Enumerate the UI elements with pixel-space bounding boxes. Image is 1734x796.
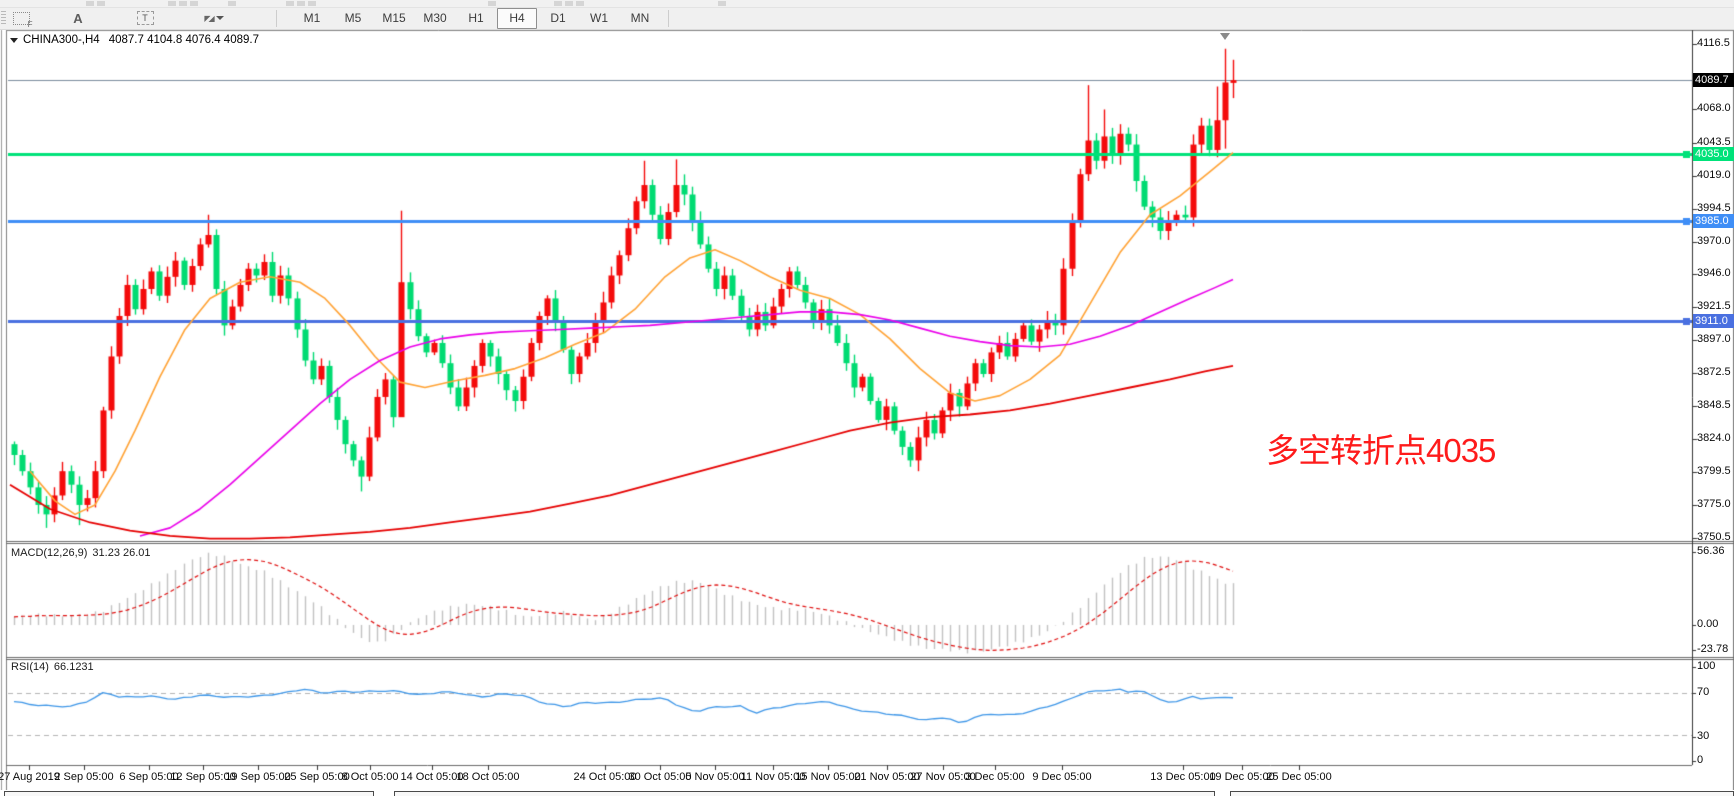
time-axis-label: 18 Oct 05:00 [457, 771, 520, 783]
clipped-icon [565, 1, 573, 6]
clipped-icon [168, 1, 176, 6]
timeframe-button-mn[interactable]: MN [620, 8, 660, 29]
clipped-icon [97, 1, 105, 6]
time-axis-label: 27 Aug 2019 [0, 771, 60, 783]
clipped-icon [179, 1, 187, 6]
timeframe-button-m30[interactable]: M30 [415, 8, 455, 29]
symbol-period-label: CHINA300-,H4 [23, 34, 100, 46]
price-axis-label: 3872.5 [1697, 366, 1731, 378]
chart-text-annotation[interactable]: 多空转折点4035 [1266, 424, 1495, 472]
title-dropdown-icon[interactable] [10, 38, 18, 43]
time-axis-label: 19 Sep 05:00 [225, 771, 290, 783]
time-axis-label: 5 Nov 05:00 [685, 771, 744, 783]
text-label-button[interactable]: A [66, 9, 90, 27]
background-window-edge [4, 791, 374, 796]
toolbar-separator [276, 10, 277, 27]
f-indicator-button[interactable]: F [8, 9, 34, 27]
time-axis-label: 25 Dec 05:00 [1266, 771, 1331, 783]
price-axis-label: 3750.5 [1697, 531, 1731, 543]
clipped-icon [86, 1, 94, 6]
macd-axis-label: -23.78 [1697, 643, 1728, 655]
price-chart-canvas[interactable] [0, 0, 1734, 796]
f-grid-icon: F [13, 12, 30, 25]
arrow-objects-button[interactable]: ◤◢ [193, 9, 235, 27]
time-axis-label: 13 Dec 05:00 [1150, 771, 1215, 783]
price-axis-label: 3848.5 [1697, 399, 1731, 411]
timeframe-button-m15[interactable]: M15 [374, 8, 414, 29]
background-window-edges [0, 790, 1734, 796]
text-box-button[interactable]: T [133, 9, 157, 27]
toolbar-separator [668, 10, 669, 27]
price-axis-label: 4116.5 [1697, 37, 1730, 49]
price-axis-label: 3921.5 [1697, 300, 1731, 312]
time-axis-label: 25 Sep 05:00 [284, 771, 349, 783]
time-axis-label: 14 Oct 05:00 [401, 771, 464, 783]
time-axis-label: 19 Dec 05:00 [1209, 771, 1274, 783]
clipped-icon [554, 1, 562, 6]
background-window-edge [394, 791, 1215, 796]
rsi-axis-label: 0 [1697, 754, 1703, 766]
letter-a-icon: A [73, 11, 82, 26]
time-axis-label: 30 Oct 05:00 [629, 771, 692, 783]
price-axis-label: 3970.0 [1697, 235, 1731, 247]
price-tag-4035[interactable]: 4035.0 [1693, 147, 1734, 161]
timeframe-button-w1[interactable]: W1 [579, 8, 619, 29]
timeframe-button-d1[interactable]: D1 [538, 8, 578, 29]
dropdown-caret-icon[interactable] [216, 16, 224, 20]
clipped-icon [308, 1, 316, 6]
price-axis-label: 4043.5 [1697, 136, 1731, 148]
price-axis-label: 4068.0 [1697, 102, 1731, 114]
price-tag-3911[interactable]: 3911.0 [1693, 314, 1734, 328]
price-axis-label: 3946.0 [1697, 267, 1731, 279]
macd-axis-label: 56.36 [1697, 545, 1725, 557]
timeframe-button-h1[interactable]: H1 [456, 8, 496, 29]
clipped-upper-toolbar [0, 0, 1734, 8]
chart-shift-marker[interactable] [1220, 33, 1230, 40]
price-axis-label: 4019.0 [1697, 169, 1731, 181]
time-axis-label: 2 Sep 05:00 [54, 771, 113, 783]
time-axis-label: 3 Dec 05:00 [965, 771, 1024, 783]
price-tag-3985[interactable]: 3985.0 [1693, 214, 1734, 228]
clipped-icon [576, 1, 584, 6]
timeframe-button-h4[interactable]: H4 [497, 8, 537, 29]
price-axis-label: 3799.5 [1697, 465, 1731, 477]
timeframe-button-m1[interactable]: M1 [292, 8, 332, 29]
clipped-icon [190, 1, 198, 6]
chart-toolbar: F A T ◤◢ M1M5M15M30H1H4D1W1MN [0, 8, 1734, 30]
boxed-t-icon: T [137, 11, 154, 25]
clipped-icon [488, 1, 496, 6]
ohlc-values: 4087.7 4104.8 4076.4 4089.7 [109, 34, 259, 46]
macd-label: MACD(12,26,9)31.23 26.01 [11, 547, 151, 559]
price-axis-label: 3994.5 [1697, 202, 1731, 214]
time-axis-label: 15 Nov 05:00 [795, 771, 860, 783]
arrows-icon: ◤◢ [204, 14, 212, 23]
rsi-axis-label: 100 [1697, 660, 1715, 672]
mt4-window: F A T ◤◢ M1M5M15M30H1H4D1W1MN CHINA300-,… [0, 0, 1734, 796]
rsi-axis-label: 70 [1697, 686, 1709, 698]
clipped-icon [228, 1, 236, 6]
time-axis-label: 24 Oct 05:00 [574, 771, 637, 783]
clipped-icon [297, 1, 305, 6]
rsi-label: RSI(14)66.1231 [11, 661, 94, 673]
price-axis-label: 3824.0 [1697, 432, 1731, 444]
time-axis-label: 9 Dec 05:00 [1032, 771, 1091, 783]
macd-axis-label: 0.00 [1697, 618, 1718, 630]
timeframe-button-m5[interactable]: M5 [333, 8, 373, 29]
time-axis-label: 8 Oct 05:00 [342, 771, 399, 783]
clipped-icon [718, 1, 726, 6]
clipped-icon [286, 1, 294, 6]
background-window-edge [1230, 791, 1734, 796]
price-axis-label: 3775.0 [1697, 498, 1731, 510]
rsi-axis-label: 30 [1697, 730, 1709, 742]
current-price-tag: 4089.7 [1693, 73, 1734, 87]
chart-title[interactable]: CHINA300-,H4 4087.7 4104.8 4076.4 4089.7 [10, 34, 259, 46]
toolbar-drag-handle[interactable] [1, 11, 6, 26]
price-axis-label: 3897.0 [1697, 333, 1731, 345]
